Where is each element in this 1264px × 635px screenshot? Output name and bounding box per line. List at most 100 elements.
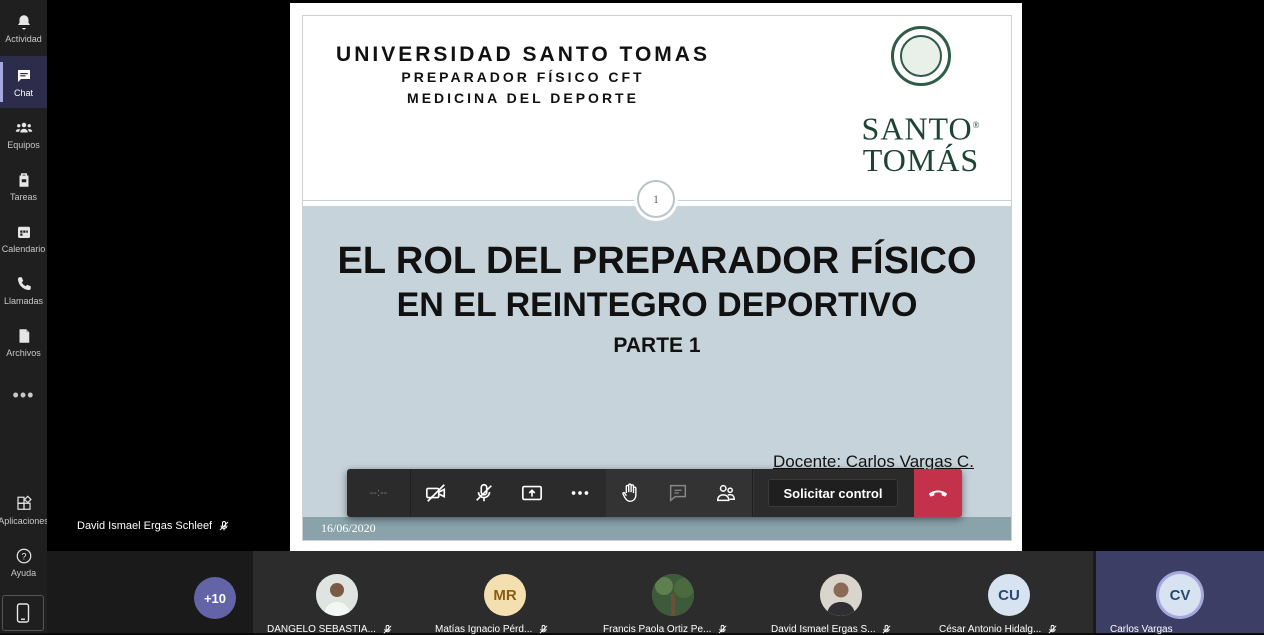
slide-footer: 16/06/2020 [303,517,1011,540]
participant-tile[interactable]: David Ismael Ergas S... [757,551,925,635]
rail-item-label: Llamadas [3,295,44,306]
svg-text:?: ? [21,551,26,561]
participant-name: César Antonio Hidalg... [939,624,1079,635]
more-participants-button[interactable]: +10 [194,577,236,619]
field-title: MEDICINA DEL DEPORTE [407,90,639,106]
avatar: CU [988,574,1030,616]
rail-item-calendar[interactable]: Calendario [0,212,47,264]
rail-item-files[interactable]: Archivos [0,316,47,368]
avatar [316,574,358,616]
mic-off-icon [882,624,891,634]
share-screen-button[interactable] [508,469,556,517]
slide-part: PARTE 1 [613,334,701,357]
presenter-name: David Ismael Ergas Schleef [77,520,213,532]
bell-icon [17,14,30,29]
help-icon: ? [16,548,31,563]
raise-hand-icon [622,483,637,502]
person-photo-icon [316,574,358,616]
slide-header: UNIVERSIDAD SANTO TOMAS PREPARADOR FÍSIC… [303,16,1011,202]
mic-toggle-button[interactable] [460,469,508,517]
mic-off-icon [219,521,229,531]
show-conversation-button[interactable] [654,469,702,517]
slide-frame: UNIVERSIDAD SANTO TOMAS PREPARADOR FÍSIC… [302,15,1012,541]
avatar: CV [1159,574,1201,616]
slide-number: 1 [637,180,675,218]
mic-off-icon [383,624,392,634]
slide-main-title: EL ROL DEL PREPARADOR FÍSICO [337,240,977,282]
participant-name-text: David Ismael Ergas S... [771,624,876,635]
conversation-icon [669,484,687,502]
show-participants-button[interactable] [702,469,750,517]
mic-off-icon [1048,624,1057,634]
controls-divider [752,469,753,517]
participant-tile-speaking[interactable]: CV Carlos Vargas [1096,551,1264,635]
hang-up-icon [928,490,948,497]
rail-item-label: Chat [13,87,33,98]
camera-toggle-button[interactable] [412,469,460,517]
rail-item-label: Actividad [5,33,42,44]
brand-line-2: TOMÁS [862,141,980,178]
avatar: MR [484,574,526,616]
person-photo-icon [820,574,862,616]
raise-hand-button[interactable] [606,469,654,517]
avatar [820,574,862,616]
participant-tile[interactable]: MR Matías Ignacio Pérd... [421,551,589,635]
university-seal-icon [891,26,951,86]
more-actions-button[interactable] [556,469,604,517]
camera-off-icon [426,484,446,502]
brand-registered-mark: ® [972,120,981,130]
participants-icon [717,484,735,502]
university-title: UNIVERSIDAD SANTO TOMAS [336,43,710,66]
rail-item-activity[interactable]: Actividad [0,2,47,54]
more-dots-icon [571,491,589,495]
rail-item-label: Ayuda [10,567,37,578]
controls-divider [410,469,411,517]
mobile-phone-icon [16,603,30,623]
share-tray-icon [522,485,542,501]
mic-off-icon [476,483,492,502]
participant-name-text: Matías Ignacio Pérd... [435,624,533,635]
mobile-app-button[interactable] [2,595,44,631]
slide-date: 16/06/2020 [321,521,376,535]
program-title: PREPARADOR FÍSICO CFT [401,69,645,85]
participant-name-text: Carlos Vargas [1110,624,1173,635]
rail-item-label: Calendario [1,243,46,254]
participant-name-text: Francis Paola Ortiz Pe... [603,624,712,635]
rail-item-label: Tareas [9,191,37,202]
more-apps-button[interactable]: ••• [0,385,47,406]
hang-up-button[interactable] [914,469,962,517]
participant-name: Carlos Vargas [1110,624,1250,635]
app-rail: Actividad Chat Equipos Tareas Calendario… [0,0,49,633]
presenter-name-label: David Ismael Ergas Schleef [77,520,230,532]
teams-icon [15,122,32,132]
slide-subtitle: EN EL REINTEGRO DEPORTIVO [396,286,918,324]
participant-tile[interactable]: DANGELO SEBASTIA... [253,551,421,635]
assignments-icon [19,172,28,187]
participant-name: Francis Paola Ortiz Pe... [603,624,743,635]
person-photo-icon [652,574,694,616]
rail-item-label: Aplicaciones [0,515,49,526]
brand-logo: SANTO® TOMÁS [851,110,991,176]
request-control-button[interactable]: Solicitar control [768,479,898,507]
avatar [652,574,694,616]
rail-item-label: Archivos [6,347,41,358]
rail-item-help[interactable]: ? Ayuda [0,536,47,588]
apps-icon [16,494,32,510]
meeting-timer: --:-- [369,487,388,499]
participant-name: DANGELO SEBASTIA... [267,624,407,635]
participant-tile[interactable]: Francis Paola Ortiz Pe... [589,551,757,635]
rail-item-chat[interactable]: Chat [0,56,47,108]
participant-name-text: DANGELO SEBASTIA... [267,624,376,635]
meeting-controls-bar: --:-- Solicitar control [347,469,962,517]
rail-item-apps[interactable]: Aplicaciones [0,484,49,536]
participant-name: Matías Ignacio Pérd... [435,624,575,635]
calendar-icon [17,226,30,238]
file-icon [19,328,29,343]
participant-name-text: César Antonio Hidalg... [939,624,1042,635]
rail-item-assignments[interactable]: Tareas [0,160,47,212]
rail-item-label: Equipos [7,139,40,150]
rail-item-calls[interactable]: Llamadas [0,264,47,316]
rail-item-teams[interactable]: Equipos [0,108,47,160]
participant-tile[interactable]: CU César Antonio Hidalg... [925,551,1093,635]
participant-name: David Ismael Ergas S... [771,624,911,635]
